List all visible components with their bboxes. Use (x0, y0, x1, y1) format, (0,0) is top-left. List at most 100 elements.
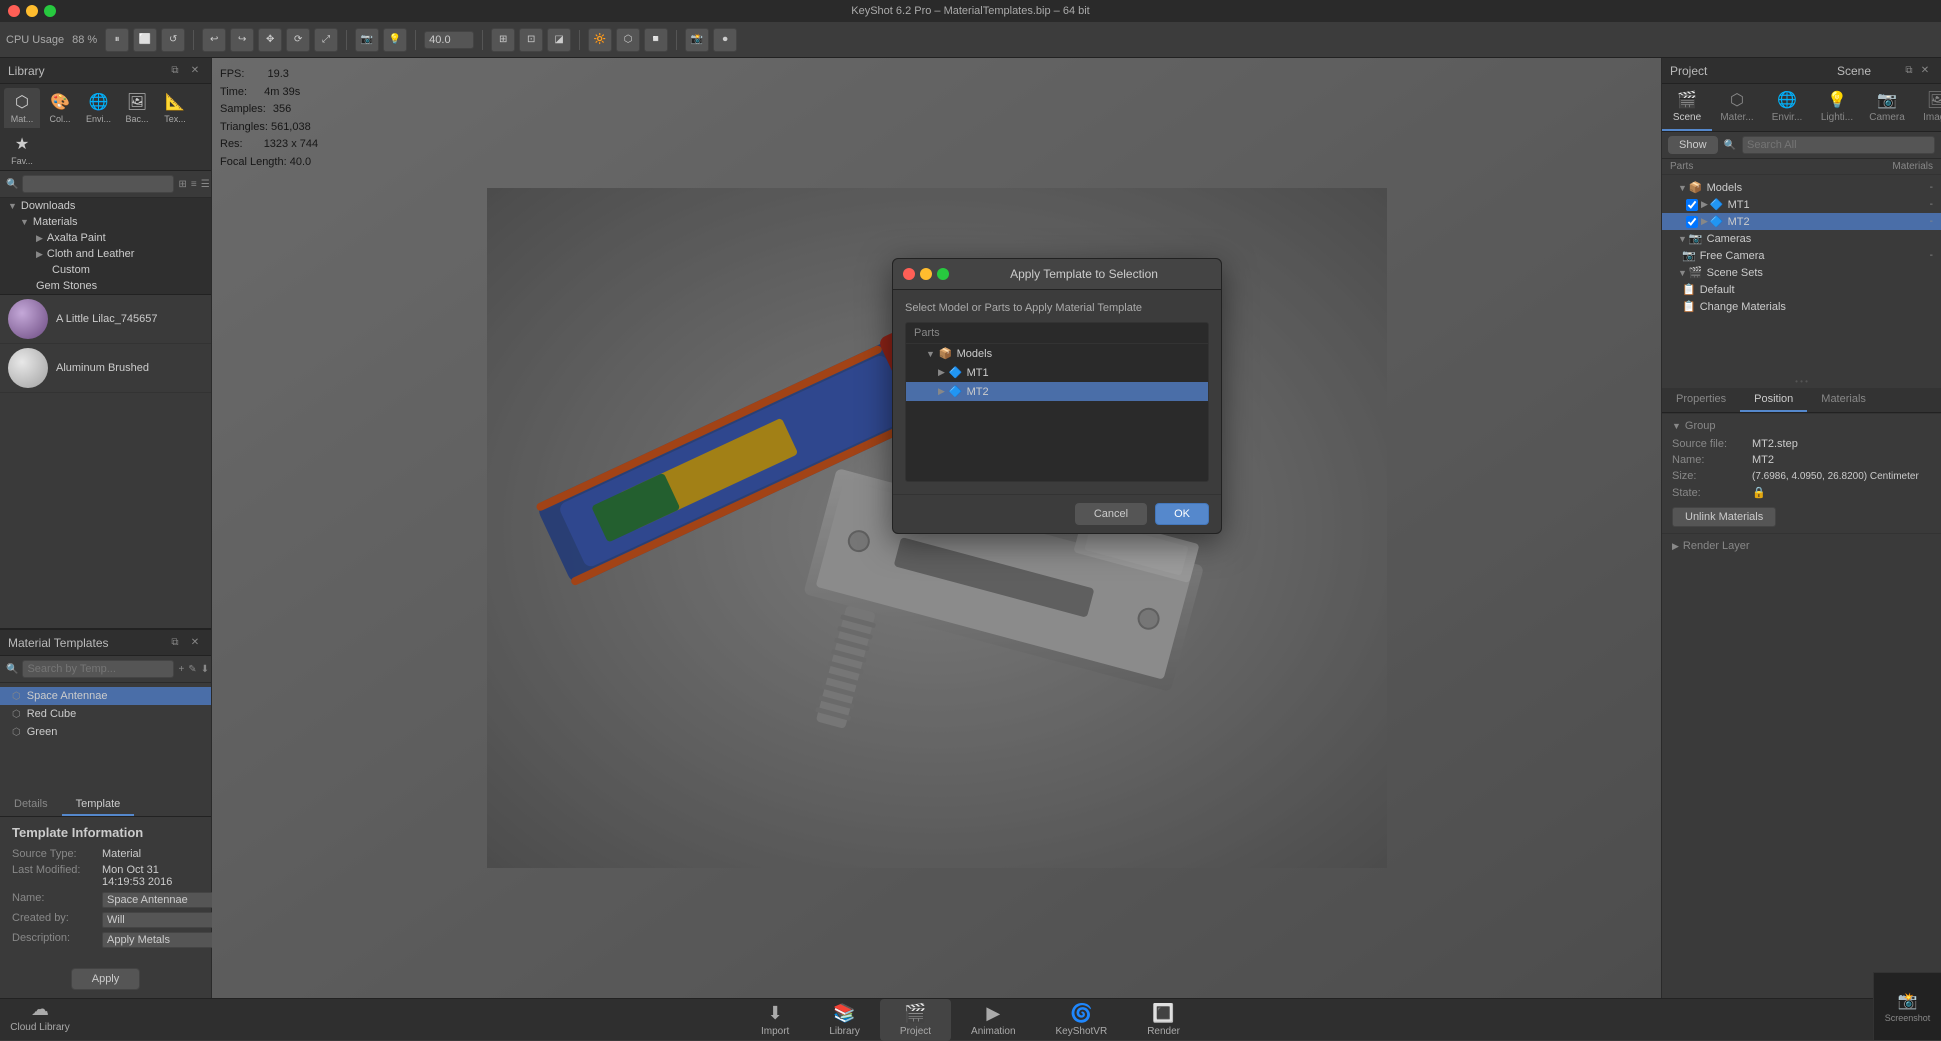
template-float-btn[interactable]: ⧉ (167, 635, 183, 651)
grid-btn[interactable]: ⊞ (491, 28, 515, 52)
screenshot-panel[interactable]: 📸 Screenshot (1873, 972, 1941, 1040)
description-input[interactable] (102, 932, 222, 948)
library-close-btn[interactable]: ✕ (187, 63, 203, 79)
sort-btn[interactable]: ⊞ (178, 176, 186, 192)
bottom-tab-cloud[interactable]: ☁ Cloud Library (0, 999, 80, 1041)
template-add-btn[interactable]: + (178, 661, 184, 677)
library-float-btn[interactable]: ⧉ (167, 63, 183, 79)
mt2-checkbox[interactable] (1686, 216, 1698, 228)
tab-image[interactable]: 🖼 Image (1912, 84, 1941, 131)
sub-tab-position[interactable]: Position (1740, 388, 1807, 412)
lib-tab-env[interactable]: 🌐 Envi... (80, 88, 117, 128)
dialog-tree-models[interactable]: ▼ 📦 Models (906, 344, 1208, 363)
template-close-btn[interactable]: ✕ (187, 635, 203, 651)
dialog-min-btn[interactable] (920, 268, 932, 280)
minimize-btn[interactable] (26, 5, 38, 17)
viewport[interactable]: FPS: 19.3 Time: 4m 39s Samples: 356 Tria… (212, 58, 1661, 998)
cloth-leather-item[interactable]: ▶ Cloth and Leather (0, 246, 211, 262)
move-btn[interactable]: ✥ (258, 28, 282, 52)
tab-template[interactable]: Template (62, 794, 135, 816)
unlink-materials-btn[interactable]: Unlink Materials (1672, 507, 1776, 527)
scene-row-free-camera[interactable]: 📷 Free Camera - (1662, 247, 1941, 264)
background-btn[interactable]: ◽ (644, 28, 668, 52)
redo-btn[interactable]: ↪ (230, 28, 254, 52)
material-item-lilac[interactable]: A Little Lilac_745657 (0, 295, 211, 344)
tab-environment[interactable]: 🌐 Envir... (1762, 84, 1812, 131)
rotate-btn[interactable]: ⟳ (286, 28, 310, 52)
dialog-close-btn[interactable] (903, 268, 915, 280)
scene-row-models[interactable]: ▼ 📦 Models - (1662, 179, 1941, 196)
fps-input[interactable] (424, 31, 474, 49)
scene-row-change-materials[interactable]: 📋 Change Materials (1662, 298, 1941, 315)
library-search-input[interactable] (22, 175, 174, 193)
template-edit-btn[interactable]: ✎ (188, 661, 196, 677)
material-item-aluminum[interactable]: Aluminum Brushed (0, 344, 211, 393)
model-sets-btn[interactable]: ⬡ (616, 28, 640, 52)
scene-row-cameras[interactable]: ▼ 📷 Cameras (1662, 230, 1941, 247)
template-item-green[interactable]: ⬡ Green (0, 723, 211, 741)
scene-row-scene-sets[interactable]: ▼ 🎬 Scene Sets (1662, 264, 1941, 281)
tab-lighting[interactable]: 💡 Lighti... (1812, 84, 1862, 131)
orient-btn[interactable]: ⊡ (519, 28, 543, 52)
bottom-tab-library[interactable]: 📚 Library (809, 999, 880, 1041)
show-button[interactable]: Show (1668, 136, 1718, 154)
lib-tab-bac[interactable]: 🖼 Bac... (119, 88, 155, 128)
tab-camera[interactable]: 📷 Camera (1862, 84, 1912, 131)
gem-stones-item[interactable]: Gem Stones (0, 278, 211, 294)
dialog-tree-mt2[interactable]: ▶ 🔷 MT2 (906, 382, 1208, 401)
tab-materials[interactable]: ⬡ Mater... (1712, 84, 1762, 131)
filter-btn[interactable]: ≡ (191, 176, 197, 192)
render-btn[interactable]: ⬜ (133, 28, 157, 52)
scene-row-mt1[interactable]: ▶ 🔷 MT1 - (1662, 196, 1941, 213)
lib-tab-fav[interactable]: ★ Fav... (4, 130, 40, 170)
scene-row-mt2[interactable]: ▶ 🔷 MT2 - (1662, 213, 1941, 230)
materials-item[interactable]: ▼ Materials (0, 214, 211, 230)
camera-btn[interactable]: 📷 (355, 28, 379, 52)
group-section-title[interactable]: ▼ Group (1672, 420, 1931, 432)
template-search-input[interactable] (22, 660, 174, 678)
template-item-red-cube[interactable]: ⬡ Red Cube (0, 705, 211, 723)
bottom-tab-animation[interactable]: ▶ Animation (951, 999, 1035, 1041)
screenshot-btn[interactable]: 📸 (685, 28, 709, 52)
tab-scene[interactable]: 🎬 Scene (1662, 84, 1712, 131)
pause-btn[interactable]: ⏸ (105, 28, 129, 52)
undo-btn[interactable]: ↩ (202, 28, 226, 52)
right-panel-close-btn[interactable]: ✕ (1917, 63, 1933, 79)
downloads-item[interactable]: ▼ Downloads (0, 198, 211, 214)
lights-btn[interactable]: 💡 (383, 28, 407, 52)
bottom-tab-import[interactable]: ⬇ Import (741, 999, 809, 1041)
dialog-max-btn[interactable] (937, 268, 949, 280)
apply-button[interactable]: Apply (71, 968, 141, 990)
mt1-checkbox[interactable] (1686, 199, 1698, 211)
custom-item[interactable]: Custom (0, 262, 211, 278)
maximize-btn[interactable] (44, 5, 56, 17)
sub-tab-properties[interactable]: Properties (1662, 388, 1740, 412)
view-btn[interactable]: ◪ (547, 28, 571, 52)
tab-details[interactable]: Details (0, 794, 62, 816)
explode-btn[interactable]: 🔆 (588, 28, 612, 52)
record-btn[interactable]: ⏺ (713, 28, 737, 52)
sub-tab-materials-tab[interactable]: Materials (1807, 388, 1880, 412)
bottom-tab-render[interactable]: 🔳 Render (1127, 999, 1200, 1041)
lib-tab-col[interactable]: 🎨 Col... (42, 88, 78, 128)
template-item-space-antennae[interactable]: ⬡ Space Antennae (0, 687, 211, 705)
scene-row-default[interactable]: 📋 Default (1662, 281, 1941, 298)
dialog-ok-btn[interactable]: OK (1155, 503, 1209, 525)
name-input[interactable] (102, 892, 222, 908)
list-btn[interactable]: ☰ (201, 176, 210, 192)
lib-tab-tex[interactable]: 📐 Tex... (157, 88, 193, 128)
close-btn[interactable] (8, 5, 20, 17)
axalta-paint-item[interactable]: ▶ Axalta Paint (0, 230, 211, 246)
template-import-btn[interactable]: ⬇ (201, 661, 209, 677)
render-layer-title[interactable]: ▶ Render Layer (1672, 540, 1931, 552)
settings-btn[interactable]: ↺ (161, 28, 185, 52)
right-panel-float-btn[interactable]: ⧉ (1901, 63, 1917, 79)
scale-btn[interactable]: ⤢ (314, 28, 338, 52)
created-by-input[interactable] (102, 912, 222, 928)
lib-tab-mat[interactable]: ⬡ Mat... (4, 88, 40, 128)
scene-search-input[interactable] (1742, 136, 1935, 154)
dialog-cancel-btn[interactable]: Cancel (1075, 503, 1147, 525)
bottom-tab-project[interactable]: 🎬 Project (880, 999, 951, 1041)
dialog-tree-mt1[interactable]: ▶ 🔷 MT1 (906, 363, 1208, 382)
bottom-tab-keyshot-vr[interactable]: 🌀 KeyShotVR (1036, 999, 1128, 1041)
